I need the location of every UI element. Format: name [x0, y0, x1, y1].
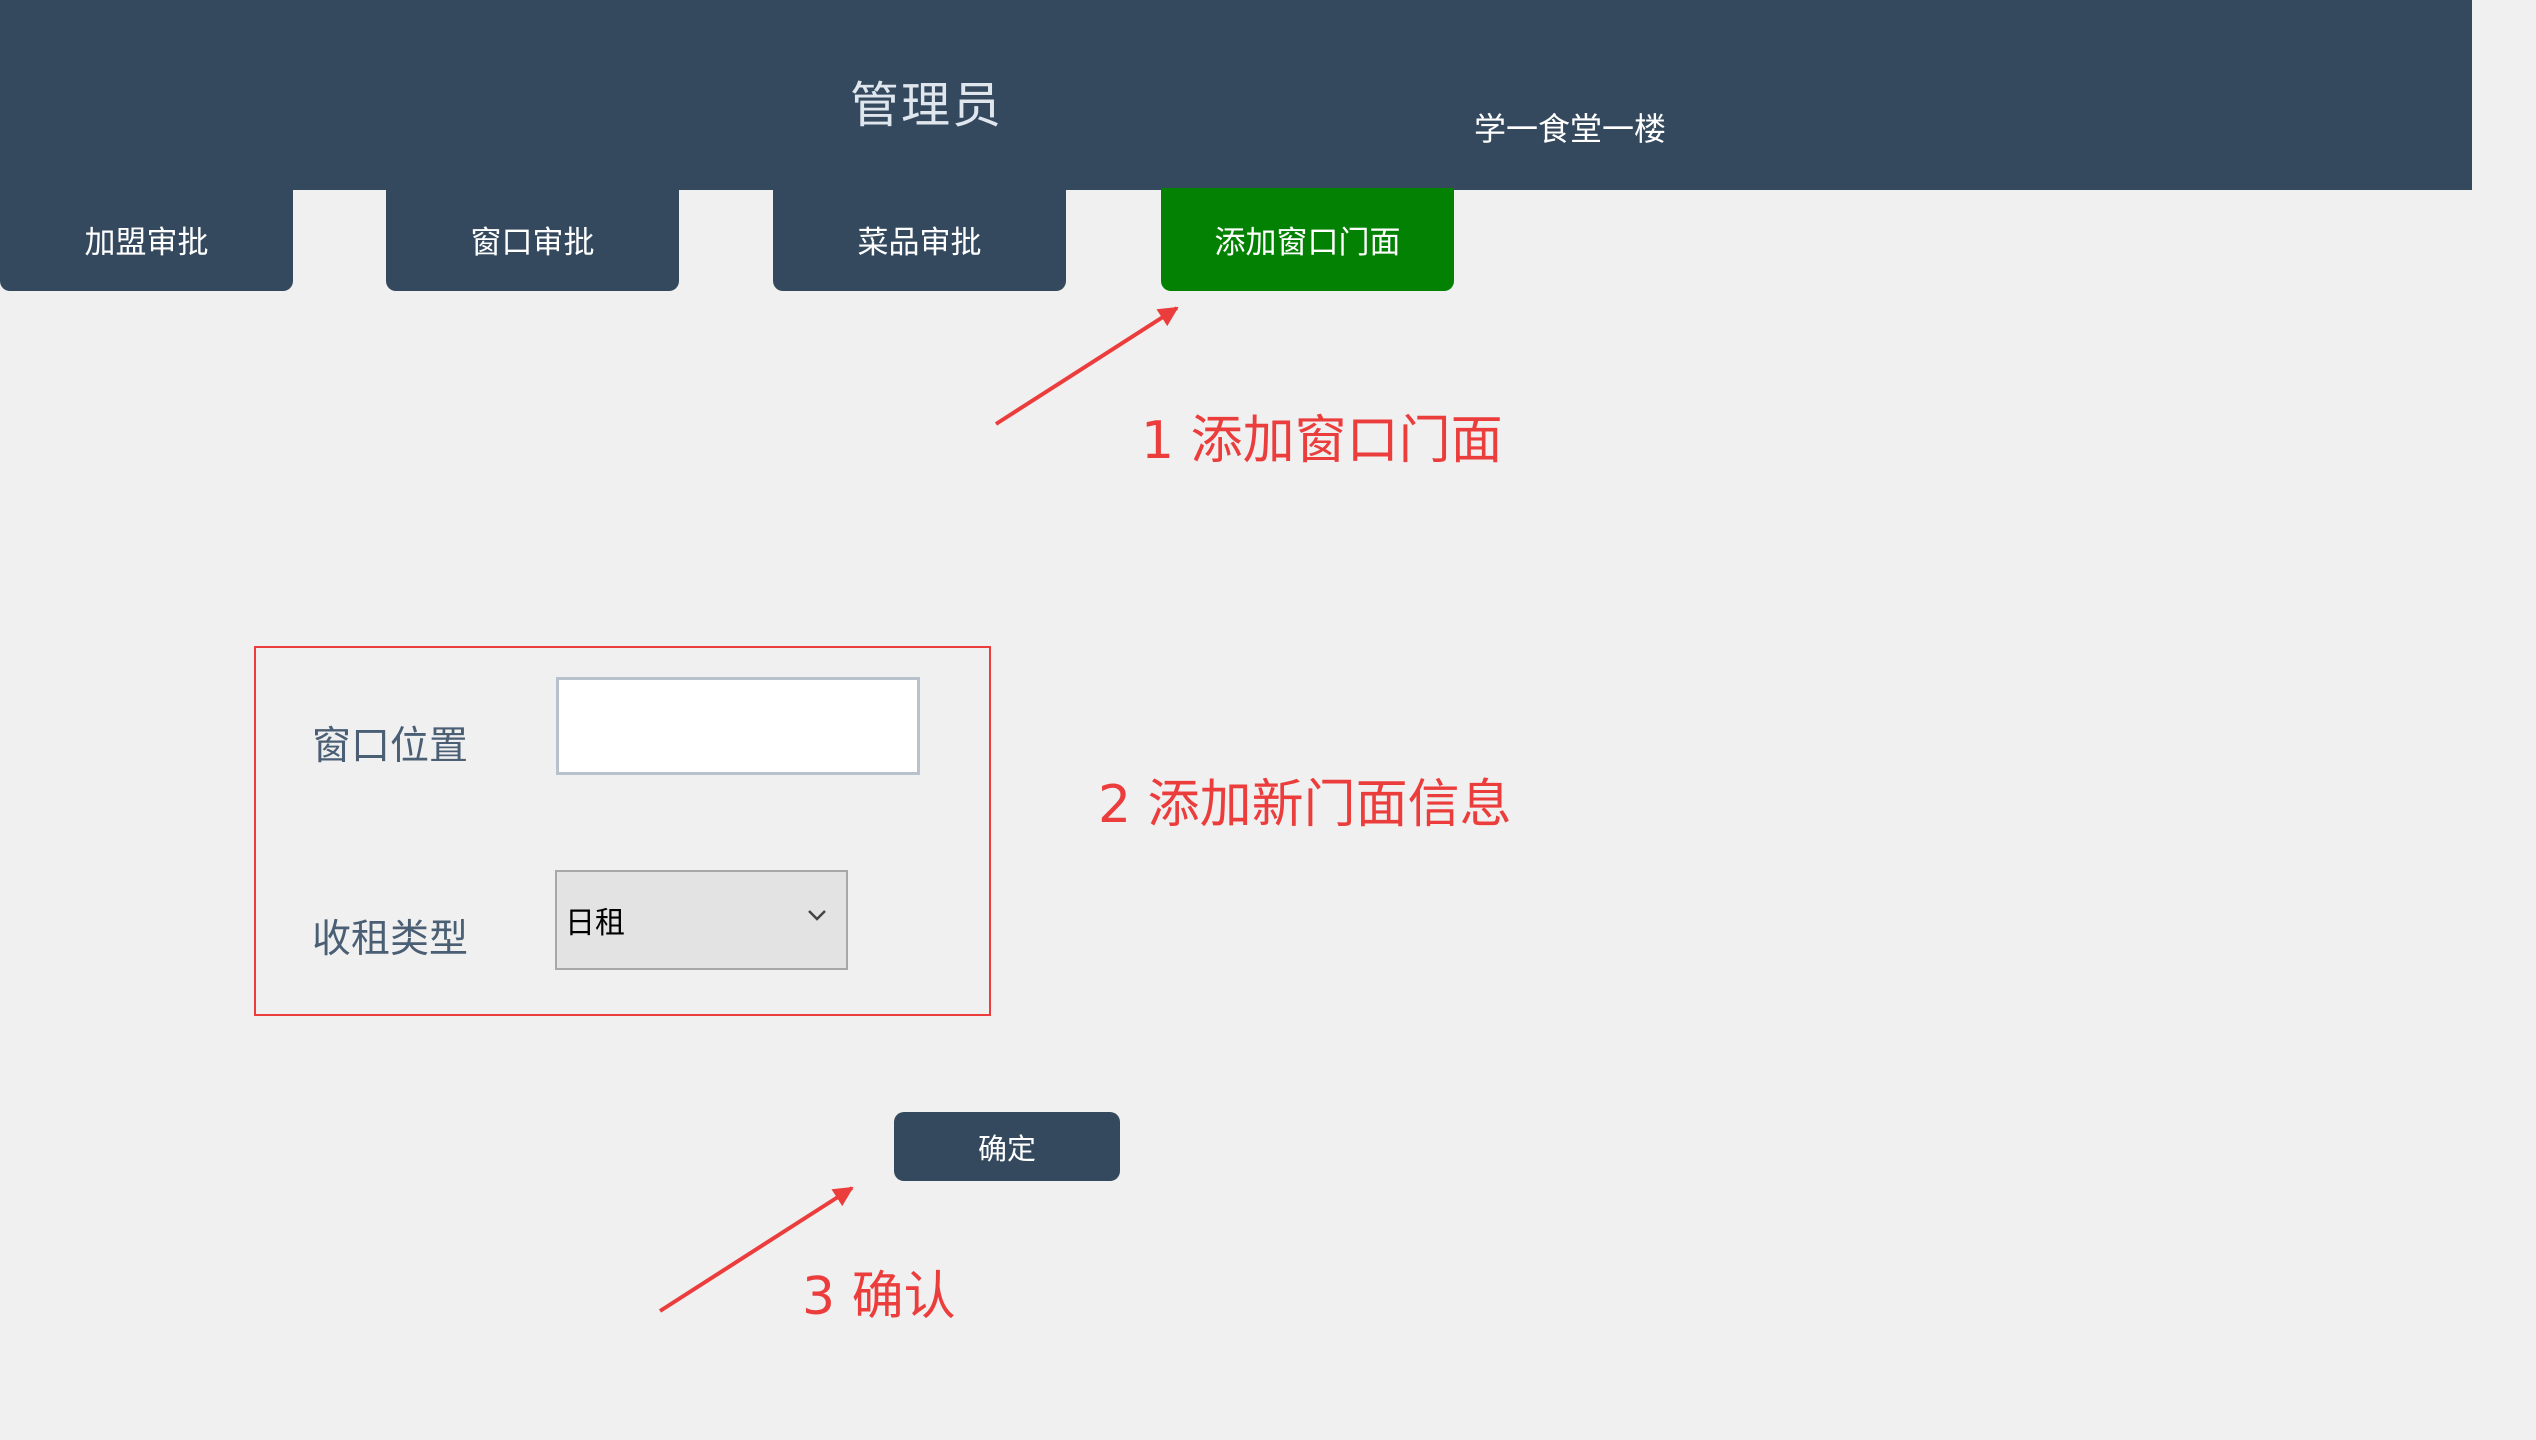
annotation-arrows — [658, 306, 1179, 1313]
admin-page: 管理员 学一食堂一楼 加盟审批 窗口审批 菜品审批 添加窗口门面 1 添加窗口门… — [0, 0, 2536, 1440]
arrow-icon — [658, 1186, 854, 1313]
arrow-icon — [994, 306, 1179, 426]
